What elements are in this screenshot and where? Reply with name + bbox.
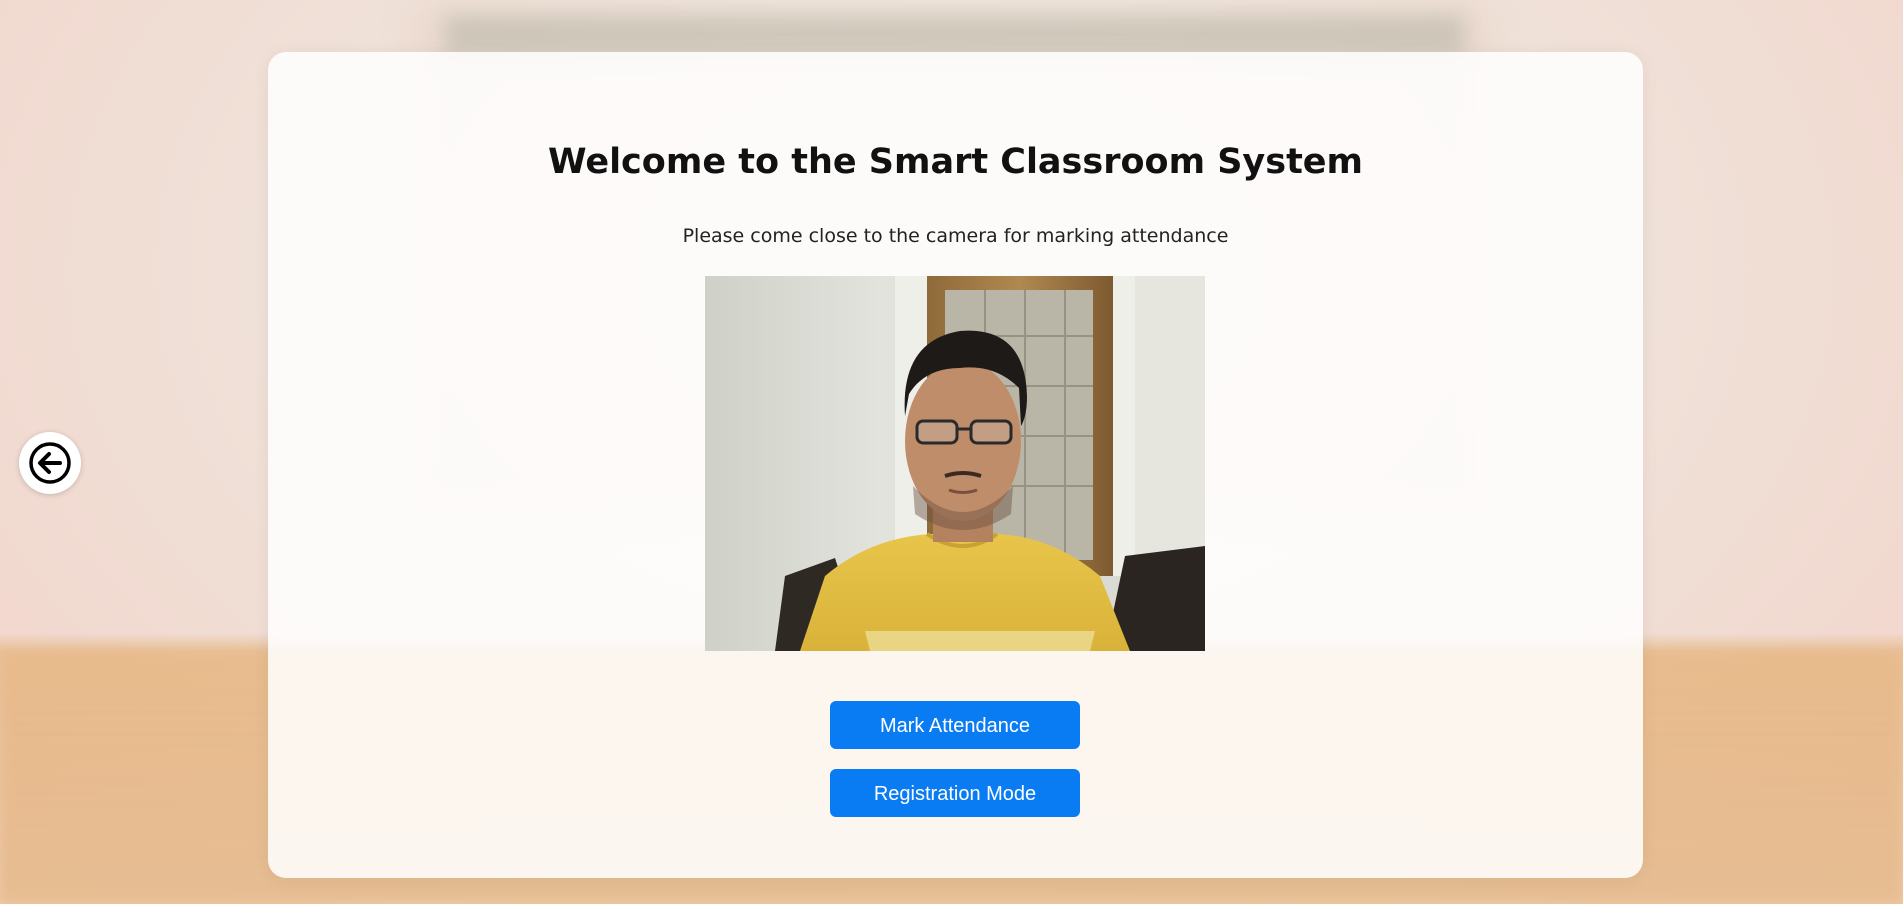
back-button[interactable]	[19, 432, 81, 494]
camera-feed	[705, 276, 1205, 651]
page-title: Welcome to the Smart Classroom System	[547, 142, 1364, 182]
arrow-left-circle-icon	[29, 442, 71, 484]
main-card: Welcome to the Smart Classroom System Pl…	[268, 52, 1643, 878]
registration-mode-button[interactable]: Registration Mode	[830, 769, 1080, 817]
mark-attendance-button[interactable]: Mark Attendance	[830, 701, 1080, 749]
camera-feed-image	[705, 276, 1205, 651]
background-board	[445, 15, 1465, 55]
page-subtitle: Please come close to the camera for mark…	[682, 225, 1229, 247]
